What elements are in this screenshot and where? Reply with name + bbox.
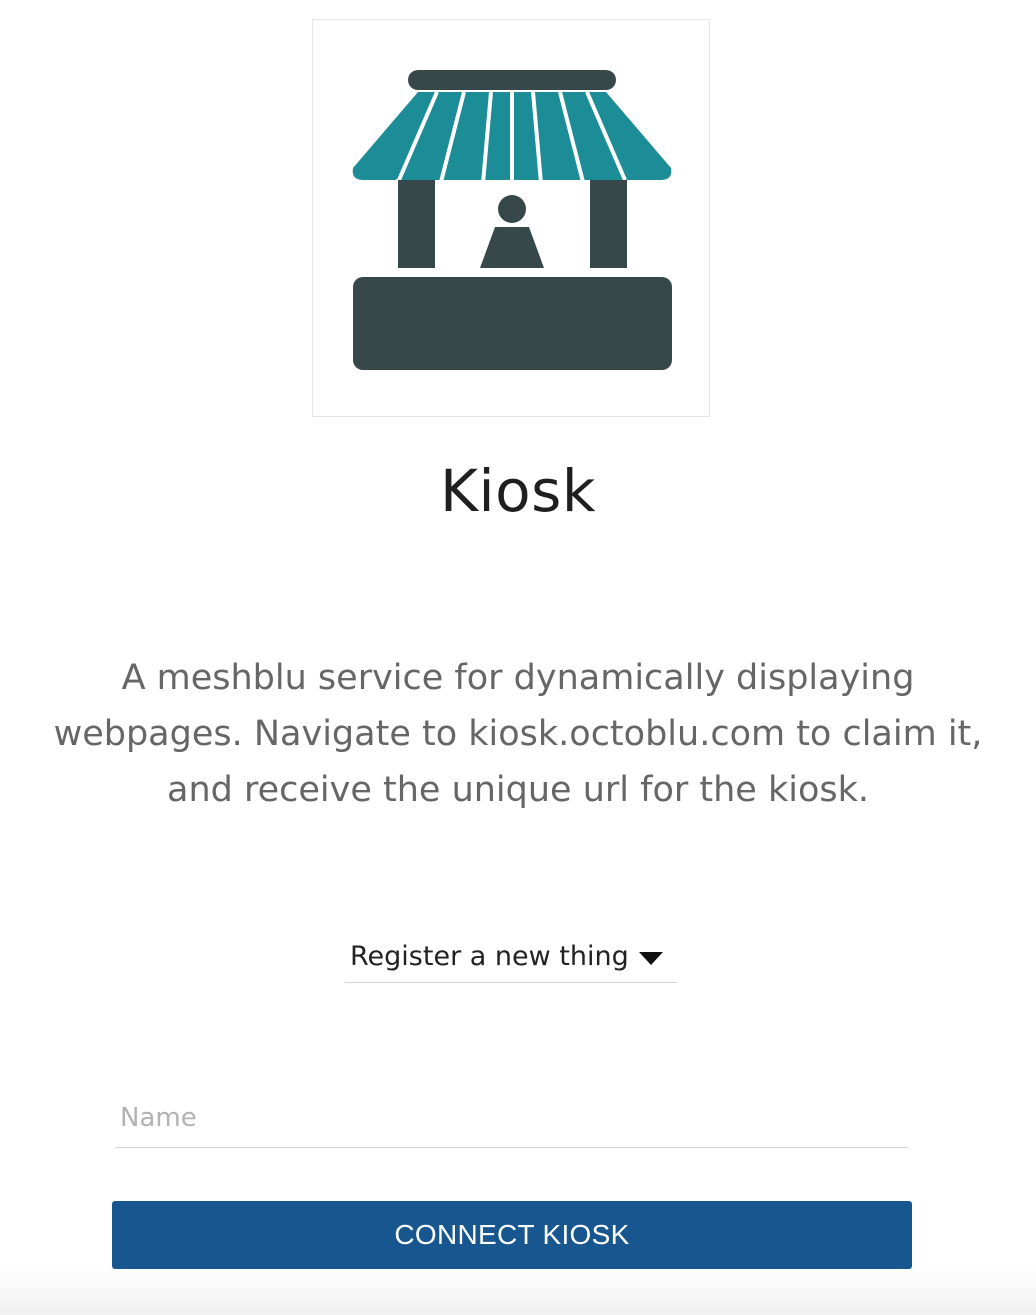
kiosk-stand-icon xyxy=(352,70,672,370)
thing-select-value: Register a new thing xyxy=(350,941,629,972)
connect-kiosk-button[interactable]: CONNECT KIOSK xyxy=(112,1201,912,1269)
caret-down-icon xyxy=(639,952,663,965)
page-title: Kiosk xyxy=(440,457,596,525)
thing-select[interactable]: Register a new thing xyxy=(345,933,677,983)
name-input[interactable] xyxy=(115,1088,908,1148)
service-description: A meshblu service for dynamically displa… xyxy=(53,658,983,810)
page-bottom-shade xyxy=(0,1269,1036,1315)
kiosk-logo xyxy=(312,19,710,417)
